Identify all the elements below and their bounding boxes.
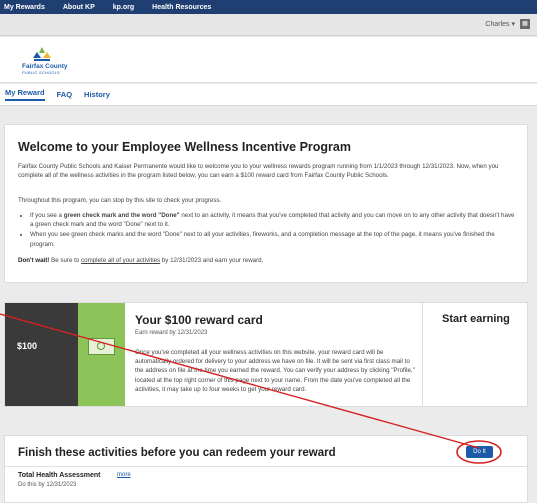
do-it-button[interactable]: Do It [466, 446, 493, 458]
user-bar: Charles ▾ ▦ [0, 14, 537, 36]
tab-bar: My Reward FAQ History [0, 84, 537, 106]
reward-title: Your $100 reward card [135, 313, 263, 327]
user-menu[interactable]: Charles ▾ [485, 20, 515, 28]
logo-subtitle: PUBLIC SCHOOLS [22, 70, 60, 75]
bullet-all-done: When you see green check marks and the w… [30, 230, 516, 248]
activities-card: Finish these activities before you can r… [4, 435, 528, 503]
logo-title: Fairfax County [22, 63, 68, 70]
user-grid-icon[interactable]: ▦ [520, 19, 530, 29]
dont-wait-text: Don't wait! Be sure to complete all of y… [18, 257, 264, 264]
start-earning-heading: Start earning [442, 313, 510, 325]
reward-card: $100 Your $100 reward card Earn reward b… [4, 302, 528, 407]
complete-activities-link[interactable]: complete all of your activities [81, 257, 160, 264]
top-nav: My Rewards About KP kp.org Health Resour… [0, 0, 537, 14]
logo-header: Fairfax County PUBLIC SCHOOLS [0, 37, 537, 83]
activity-due-date: Do this by 12/31/2023 [18, 482, 77, 488]
nav-about-kp[interactable]: About KP [63, 4, 95, 11]
reward-amount: $100 [17, 341, 38, 351]
reward-divider [422, 303, 423, 406]
activity-more-link[interactable]: more [117, 472, 131, 478]
nav-my-rewards[interactable]: My Rewards [4, 4, 45, 11]
cash-panel [78, 303, 125, 406]
bullet-done-mark: If you see a green check mark and the wo… [30, 211, 516, 229]
welcome-title: Welcome to your Employee Wellness Incent… [18, 140, 351, 154]
money-bill-icon [88, 338, 115, 355]
nav-kp-org[interactable]: kp.org [113, 4, 134, 11]
tab-faq[interactable]: FAQ [57, 90, 72, 99]
reward-earn-by: Earn reward by 12/31/2023 [135, 330, 208, 336]
tab-my-reward[interactable]: My Reward [5, 88, 45, 101]
welcome-card: Welcome to your Employee Wellness Incent… [4, 124, 528, 283]
reward-description: Once you've completed all your wellness … [135, 349, 415, 393]
activity-name: Total Health Assessment [18, 472, 101, 479]
reward-amount-panel: $100 [5, 303, 78, 406]
activities-title: Finish these activities before you can r… [18, 447, 336, 459]
activities-divider [5, 466, 527, 467]
welcome-bullets: If you see a green check mark and the wo… [30, 211, 516, 250]
welcome-throughout: Throughout this program, you can stop by… [18, 197, 222, 204]
welcome-intro: Fairfax County Public Schools and Kaiser… [18, 163, 499, 180]
nav-health-resources[interactable]: Health Resources [152, 4, 211, 11]
fcps-logo-icon [33, 47, 51, 61]
tab-history[interactable]: History [84, 90, 110, 99]
